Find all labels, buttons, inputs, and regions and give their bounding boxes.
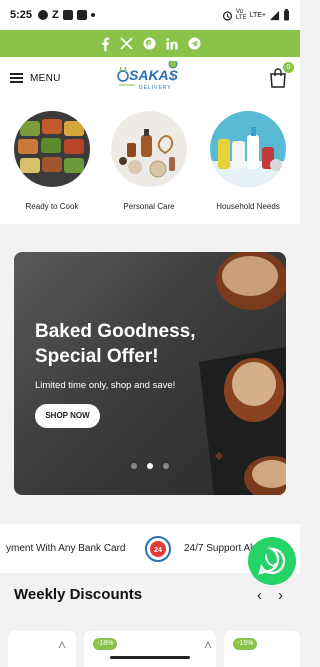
battery-icon — [284, 9, 289, 21]
whatsapp-icon — [258, 547, 286, 575]
youtube-icon — [62, 10, 73, 20]
status-system-icons: Vo LTE LTE+ — [222, 9, 290, 21]
household-needs-image — [210, 111, 286, 187]
social-bar — [0, 30, 300, 57]
pastry-image — [199, 252, 286, 495]
product-card[interactable]: -18% — [84, 631, 216, 667]
category-label: Household Needs — [216, 202, 280, 211]
more-notifications-icon — [90, 13, 95, 17]
sakas-logo[interactable]: SAKAS DELIVERY — [115, 59, 181, 95]
network-type-label: LTE+ — [249, 11, 266, 19]
prev-arrow-icon[interactable]: ‹ — [257, 587, 262, 604]
message-icon — [38, 10, 49, 20]
carousel-dot[interactable] — [131, 463, 137, 469]
wishlist-icon — [204, 641, 212, 649]
carousel-dots — [131, 463, 169, 469]
promo-banner[interactable]: Baked Goodness, Special Offer! Limited t… — [14, 252, 286, 495]
hamburger-icon — [10, 73, 23, 83]
svg-text:DELIVERY: DELIVERY — [139, 85, 172, 91]
wishlist-icon — [58, 641, 66, 649]
carousel-dot[interactable] — [163, 463, 169, 469]
category-label: Personal Care — [123, 202, 175, 211]
youtube-icon — [76, 10, 87, 20]
category-carousel: Ready to Cook Personal Care Household Ne… — [0, 99, 300, 224]
telegram-icon[interactable] — [188, 37, 201, 50]
menu-label: MENU — [30, 72, 61, 84]
product-card[interactable]: -15% — [224, 631, 300, 667]
cart-count-badge: 0 — [283, 62, 294, 73]
banner-subtitle: Limited time only, shop and save! — [35, 380, 176, 391]
shop-now-button[interactable]: SHOP NOW — [35, 404, 100, 428]
status-time: 5:25 — [10, 9, 33, 21]
personal-care-image — [111, 111, 187, 187]
facebook-icon[interactable] — [100, 37, 110, 51]
linkedin-icon[interactable] — [165, 37, 178, 50]
carousel-dot-active[interactable] — [147, 463, 153, 469]
volte-icon: Vo LTE — [236, 9, 247, 21]
support-24-icon: 24 — [145, 536, 171, 562]
signal-icon — [269, 10, 280, 20]
category-label: Ready to Cook — [25, 202, 79, 211]
product-card[interactable] — [8, 631, 76, 667]
discount-badge: -15% — [233, 638, 258, 650]
category-personal-care[interactable]: Personal Care — [104, 111, 194, 211]
next-arrow-icon[interactable]: › — [278, 587, 283, 604]
z-icon: Z — [52, 9, 59, 21]
category-ready-to-cook[interactable]: Ready to Cook — [7, 111, 97, 211]
ready-to-cook-image — [14, 111, 90, 187]
cart-button[interactable]: 0 — [269, 62, 294, 88]
svg-text:24: 24 — [154, 547, 162, 554]
home-indicator — [110, 656, 190, 659]
weekly-discounts-title: Weekly Discounts — [14, 586, 143, 603]
site-header: MENU SAKAS DELIVERY 0 — [0, 57, 300, 99]
marquee-text-payment: yment With Any Bank Card — [6, 543, 126, 554]
status-notification-icons: Z — [38, 9, 95, 21]
menu-button[interactable]: MENU — [10, 73, 61, 84]
status-bar: 5:25 Z Vo LTE LTE+ — [0, 0, 300, 30]
banner-title: Baked Goodness, Special Offer! — [35, 321, 196, 367]
whatsapp-button[interactable] — [248, 537, 296, 585]
pinterest-icon[interactable] — [143, 37, 156, 50]
discount-badge: -18% — [93, 638, 118, 650]
category-household-needs[interactable]: Household Needs — [203, 111, 293, 211]
x-icon[interactable] — [119, 37, 133, 50]
alarm-icon — [222, 10, 233, 21]
svg-text:SAKAS: SAKAS — [129, 67, 179, 83]
